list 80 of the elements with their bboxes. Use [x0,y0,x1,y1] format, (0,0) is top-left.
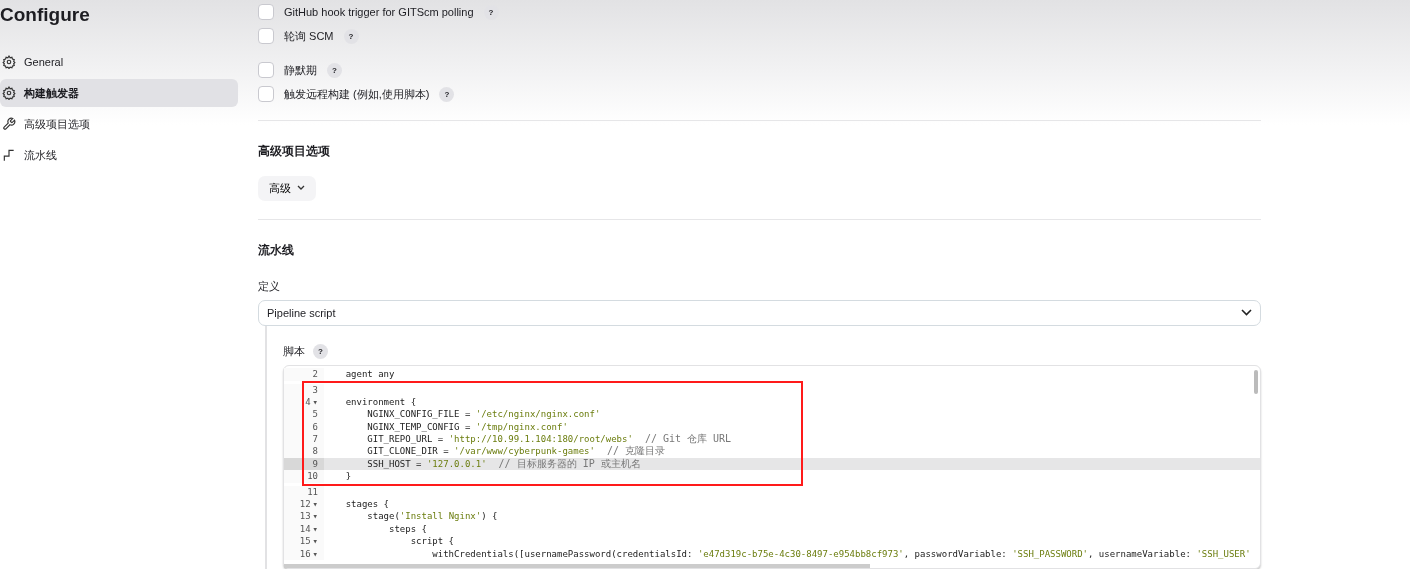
fold-toggle[interactable]: ▾ [312,547,318,560]
line-number: 9 [312,457,318,471]
code-text: SSH_HOST = [366,458,423,469]
code-text: script { [409,536,455,547]
fold-toggle[interactable]: ▾ [312,522,318,536]
checkbox-label: 触发远程构建 (例如,使用脚本) [284,86,430,102]
sidebar-item[interactable]: 构建触发器 [0,79,238,107]
section-title: 流水线 [258,241,295,259]
fold-toggle[interactable]: ▾ [312,535,318,548]
code-text: , usernameVariable: [1088,548,1192,559]
sidebar-item[interactable]: 高级项目选项 [0,110,238,138]
chevron-down-icon [297,185,305,192]
code-text: } [344,471,352,482]
code-text: agent any [344,369,395,380]
line-number: 5 [312,408,318,421]
code-editor[interactable] [283,365,1261,569]
fold-toggle[interactable]: ▾ [312,498,318,511]
page-title: Configure [0,4,91,27]
field-label: 定义 [258,278,281,294]
checkbox[interactable] [258,28,274,44]
code-text: withCredentials([usernamePassword(credentialsId: [431,548,694,559]
code-string: '/tmp/nginx.conf' [475,421,568,432]
line-number: 10 [307,470,318,483]
code-string: 'Install Nginx' [399,511,482,522]
advanced-button[interactable]: 高级 [258,176,316,201]
sidebar-item[interactable]: 流水线 [0,141,238,169]
code-text: NGINX_TEMP_CONFIG = [366,421,472,432]
code-text: environment { [344,396,417,407]
section-title: 高级项目选项 [258,143,331,160]
code-text: , passwordVariable: [903,548,1008,559]
checkbox[interactable] [258,86,274,102]
definition-select[interactable]: Pipeline script [258,299,1261,327]
checkbox[interactable] [258,4,274,20]
line-number: 14 [299,522,311,536]
gear-icon [2,55,16,69]
line-number: 13 [299,510,311,523]
code-string: 'SSH_PASSWORD' [1012,548,1088,559]
checkbox-label: 轮询 SCM [284,28,334,44]
help-button[interactable]: ? [343,28,359,44]
line-number: 12 [299,498,311,511]
line-number: 11 [307,485,318,499]
line-number: 16 [299,547,311,560]
gear-icon [2,86,16,100]
line-number: 4 [305,395,311,409]
fold-toggle[interactable]: ▾ [312,510,318,523]
code-text: ) { [481,511,498,522]
sidebar-item[interactable]: General [0,48,238,76]
code-comment: // Git 仓库 URL [643,433,732,445]
checkbox-label: GitHub hook trigger for GITScm polling [284,6,474,18]
code-text: GIT_CLONE_DIR = [366,446,450,457]
code-text: steps { [388,523,427,534]
line-number: 8 [312,445,318,458]
help-button[interactable]: ? [327,62,342,78]
line-number: 7 [312,433,318,446]
code-comment: // 目标服务器的 IP 或主机名 [497,457,641,469]
code-comment: // 克隆目录 [605,445,666,457]
code-string: '127.0.0.1' [426,458,487,469]
code-text: GIT_REPO_URL = [366,434,445,445]
code-string: '/etc/nginx/nginx.conf' [475,409,601,420]
help-button[interactable]: ? [313,344,328,360]
checkbox-label: 静默期 [284,62,317,78]
code-text: stages { [344,499,390,510]
code-string: 'SSH_USER' [1196,548,1251,559]
code-text: stage( [366,511,400,522]
line-number: 15 [299,535,311,548]
chevron-down-icon [1241,309,1252,317]
code-text: NGINX_CONFIG_FILE = [366,409,472,420]
field-label: 脚本 [283,344,305,360]
line-number: 6 [312,420,318,434]
checkbox[interactable] [258,62,274,78]
fold-toggle[interactable]: ▾ [312,395,318,409]
code-string: 'e47d319c-b75e-4c30-8497-e954bb8cf973' [697,548,904,559]
line-number: 2 [312,368,318,381]
code-string: 'http://10.99.1.104:180/root/webs' [448,434,633,445]
wrench-icon [2,117,16,131]
pipeline-icon [2,148,16,162]
line-number: 3 [312,383,318,396]
help-button[interactable]: ? [439,86,455,102]
scrollbar[interactable] [1254,370,1258,395]
code-string: '/var/www/cyberpunk-games' [454,446,595,457]
